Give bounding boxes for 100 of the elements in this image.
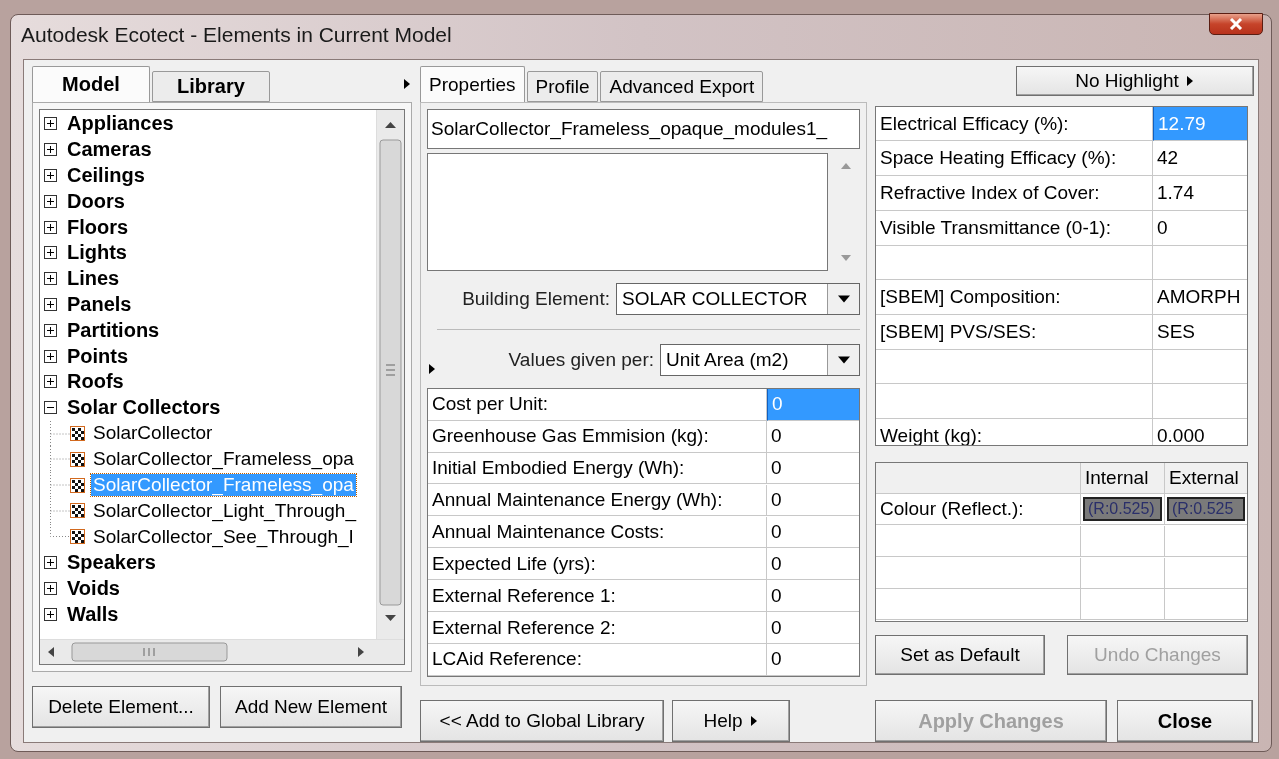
window-title: Autodesk Ecotect - Elements in Current Model xyxy=(21,23,453,47)
tree-line xyxy=(50,420,70,447)
close-icon xyxy=(1229,18,1243,30)
table-cell[interactable] xyxy=(876,245,1153,281)
table-cell[interactable] xyxy=(1081,589,1165,621)
scroll-up-icon xyxy=(841,161,852,171)
field-label: Values given per: xyxy=(508,349,654,371)
expand-icon[interactable] xyxy=(44,323,57,337)
tab[interactable]: Profile xyxy=(526,71,599,102)
property-label: Visible Transmittance (0-1): xyxy=(876,210,1153,246)
scroll-down-icon xyxy=(841,253,852,263)
property-label: Initial Embodied Energy (Wh): xyxy=(428,452,767,485)
property-label: Expected Life (yrs): xyxy=(428,548,767,581)
tab[interactable]: Advanced Export xyxy=(600,71,764,102)
tab[interactable]: Model xyxy=(32,66,150,102)
tree-item[interactable]: Lights xyxy=(67,241,127,265)
expand-icon[interactable] xyxy=(44,169,57,182)
property-label: Colour (Reflect.): xyxy=(876,494,1081,526)
column-header: Internal xyxy=(1081,462,1165,494)
tree-item[interactable]: SolarCollector_Frameless_opa xyxy=(91,448,356,471)
tree-item[interactable]: SolarCollector_Light_Through_ xyxy=(91,499,358,522)
tree-item[interactable]: Appliances xyxy=(67,112,174,136)
table-cell[interactable] xyxy=(876,589,1081,621)
property-label: [SBEM] PVS/SES: xyxy=(876,314,1153,350)
dropdown-button[interactable] xyxy=(827,345,859,375)
caret-icon xyxy=(837,354,850,366)
table-cell[interactable] xyxy=(1081,557,1165,589)
property-label: Electrical Efficacy (%): xyxy=(876,106,1153,142)
element-icon xyxy=(70,529,85,545)
field-label: Building Element: xyxy=(462,288,610,310)
property-label: [SBEM] Composition: xyxy=(876,280,1153,315)
tree-line xyxy=(50,446,70,473)
table-cell[interactable] xyxy=(1081,525,1165,557)
expand-icon[interactable] xyxy=(44,272,57,286)
table-cell[interactable] xyxy=(876,525,1081,557)
tree-item[interactable]: Floors xyxy=(67,215,129,239)
highlight-button[interactable]: No Highlight xyxy=(1016,66,1254,96)
close-button[interactable]: Close xyxy=(1117,700,1253,742)
expand-icon[interactable] xyxy=(44,349,57,363)
name-field[interactable]: SolarCollector_Frameless_opaque_modules1_ xyxy=(427,109,860,149)
expand-icon[interactable] xyxy=(44,117,57,131)
tree-item[interactable]: Lines xyxy=(67,267,120,291)
arrow-icon[interactable] xyxy=(427,363,437,375)
arrow-icon xyxy=(748,716,759,726)
tree-item[interactable]: Points xyxy=(67,344,129,368)
values-per-dropdown[interactable]: Unit Area (m2) xyxy=(660,344,860,376)
element-icon xyxy=(70,425,85,441)
caret-icon xyxy=(837,293,850,305)
help-button[interactable]: Help xyxy=(672,700,790,742)
close-button[interactable] xyxy=(1209,13,1263,35)
expand-icon[interactable] xyxy=(44,143,57,157)
tree-line xyxy=(50,472,70,499)
table-cell[interactable] xyxy=(876,349,1153,385)
property-label: Cost per Unit: xyxy=(428,389,767,421)
tree-item[interactable]: Ceilings xyxy=(67,164,145,187)
expand-icon[interactable] xyxy=(44,375,57,389)
property-label: Annual Maintenance Energy (Wh): xyxy=(428,484,767,517)
tree-item[interactable]: SolarCollector xyxy=(91,422,215,445)
tree-item[interactable]: Speakers xyxy=(67,550,156,574)
property-label: Space Heating Efficacy (%): xyxy=(876,141,1153,177)
column-header: External xyxy=(1165,462,1247,494)
tree-item[interactable]: SolarCollector_See_Through_I xyxy=(91,525,356,548)
property-label: LCAid Reference: xyxy=(428,644,767,676)
tree-item[interactable]: Roofs xyxy=(67,370,124,394)
action-button[interactable]: Set as Default xyxy=(875,634,1045,675)
tab[interactable]: Properties xyxy=(420,66,525,102)
arrow-icon[interactable] xyxy=(402,78,412,90)
expand-icon[interactable] xyxy=(44,194,57,208)
table-cell[interactable] xyxy=(876,557,1081,589)
tab[interactable]: Library xyxy=(152,71,270,102)
expand-icon[interactable] xyxy=(44,607,57,621)
expand-icon[interactable] xyxy=(44,246,57,260)
property-label: Refractive Index of Cover: xyxy=(876,176,1153,211)
expand-icon[interactable] xyxy=(44,297,57,311)
tree-item[interactable]: Cameras xyxy=(67,138,152,162)
property-label: Annual Maintenance Costs: xyxy=(428,516,767,549)
action-button[interactable]: Add New Element xyxy=(220,686,402,728)
property-label: Greenhouse Gas Emmision (kg): xyxy=(428,420,767,453)
property-label: External Reference 2: xyxy=(428,612,767,644)
tree-item[interactable]: Voids xyxy=(67,576,120,600)
element-icon xyxy=(70,477,85,493)
collapse-icon[interactable] xyxy=(44,401,57,415)
expand-icon[interactable] xyxy=(44,220,57,234)
expand-icon[interactable] xyxy=(44,555,57,569)
tree-item[interactable]: Partitions xyxy=(67,318,160,342)
tree-item[interactable]: Panels xyxy=(67,292,132,316)
tree-item[interactable]: Solar Collectors xyxy=(67,396,221,420)
expand-icon[interactable] xyxy=(44,581,57,595)
arrow-icon xyxy=(1184,76,1195,86)
element-icon xyxy=(70,451,85,467)
tree-item[interactable]: Doors xyxy=(67,189,125,213)
property-label: External Reference 1: xyxy=(428,580,767,612)
building-element-dropdown[interactable]: SOLAR COLLECTOR xyxy=(616,283,860,315)
element-icon xyxy=(70,503,85,519)
table-cell[interactable] xyxy=(876,384,1153,419)
library-button[interactable]: << Add to Global Library xyxy=(420,700,664,742)
tree-item[interactable]: Walls xyxy=(67,602,119,626)
dropdown-button[interactable] xyxy=(827,284,859,314)
action-button[interactable]: Delete Element... xyxy=(32,686,210,728)
description-field[interactable] xyxy=(427,153,829,271)
